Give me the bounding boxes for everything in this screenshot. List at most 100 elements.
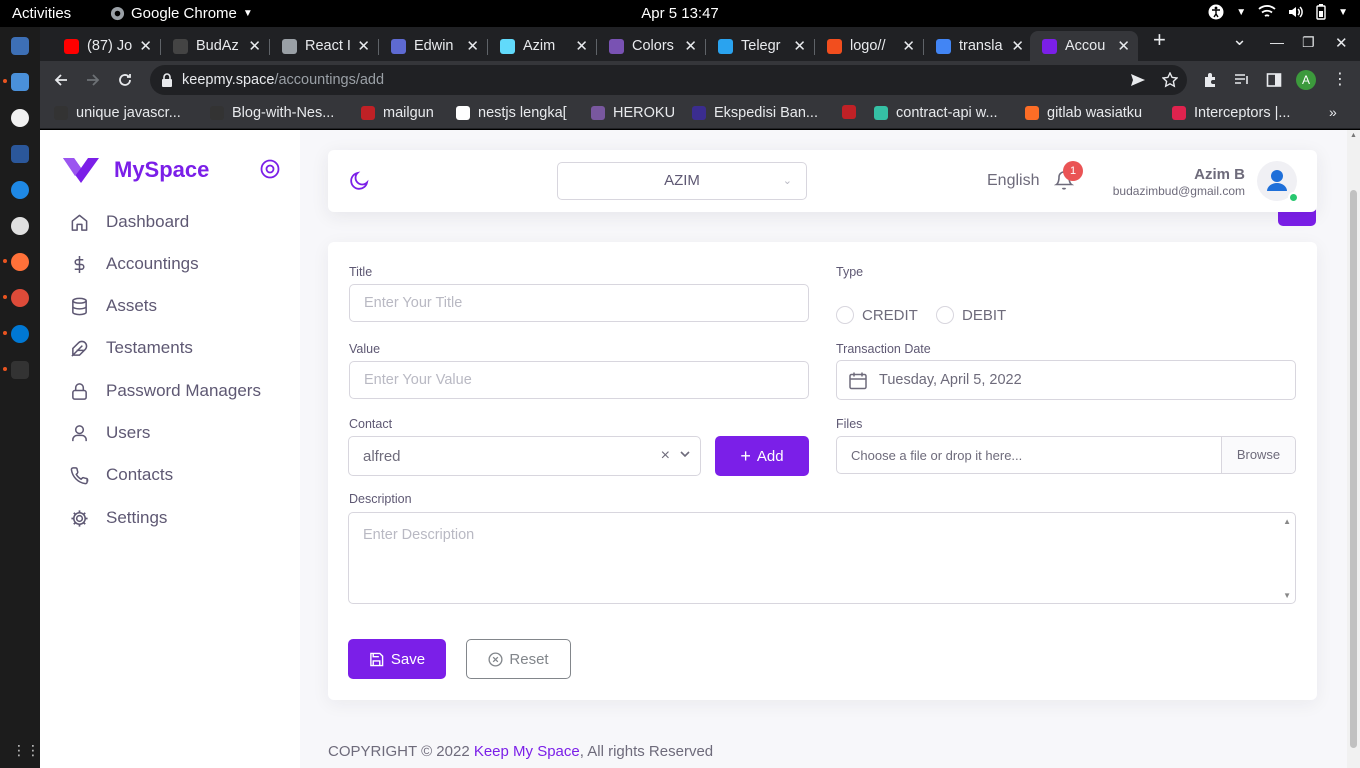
bookmark-item[interactable]: HEROKU <box>591 105 675 121</box>
forward-icon[interactable] <box>85 72 101 88</box>
bookmark-item[interactable]: contract-api w... <box>874 105 998 121</box>
chevron-right-icon[interactable]: » <box>1329 104 1337 120</box>
transaction-date-picker[interactable]: Tuesday, April 5, 2022 <box>836 360 1296 400</box>
save-button[interactable]: Save <box>348 639 446 679</box>
battery-icon[interactable] <box>1316 4 1326 20</box>
browser-tab[interactable]: React I ✕ <box>270 31 378 61</box>
reload-icon[interactable] <box>117 72 133 88</box>
new-tab-icon[interactable]: + <box>1153 27 1166 53</box>
page-scrollbar[interactable]: ▲ <box>1347 130 1360 768</box>
browser-tab[interactable]: Edwin ✕ <box>379 31 487 61</box>
bookmark-item[interactable]: mailgun <box>361 105 434 121</box>
system-tray[interactable]: ▼ ▼ <box>1208 4 1348 20</box>
scroll-up-icon[interactable]: ▲ <box>1350 132 1357 139</box>
close-icon[interactable]: ✕ <box>139 37 152 55</box>
lock-icon[interactable] <box>161 73 173 87</box>
firefox-icon[interactable] <box>11 253 29 271</box>
bookmark-item[interactable]: Interceptors |... <box>1172 105 1290 121</box>
chevron-down-icon[interactable]: ▼ <box>1236 7 1246 18</box>
close-icon[interactable]: ✕ <box>248 37 261 55</box>
finder-icon[interactable] <box>11 73 29 91</box>
sidebar-item-dashboard[interactable]: Dashboard <box>70 207 189 237</box>
value-input[interactable] <box>349 361 809 399</box>
browser-tab[interactable]: BudAz ✕ <box>161 31 269 61</box>
language-selector[interactable]: English <box>987 172 1039 190</box>
extensions-icon[interactable] <box>1202 72 1218 88</box>
minimize-icon[interactable]: — <box>1270 34 1284 50</box>
scroll-down-icon[interactable]: ▼ <box>1283 591 1291 600</box>
close-icon[interactable]: ✕ <box>466 37 479 55</box>
type-radio-credit[interactable]: CREDIT <box>836 306 918 324</box>
accessibility-icon[interactable] <box>1208 4 1224 20</box>
browser-tab[interactable]: Telegr ✕ <box>706 31 814 61</box>
file-input[interactable]: Choose a file or drop it here... Browse <box>836 436 1296 474</box>
bookmark-item[interactable]: nestjs lengka[ <box>456 105 567 121</box>
sidebar-item-settings[interactable]: Settings <box>70 503 167 533</box>
sidebar-item-password-managers[interactable]: Password Managers <box>70 376 261 406</box>
description-textarea[interactable]: Enter Description ▲ ▼ <box>348 512 1296 604</box>
reset-button[interactable]: Reset <box>466 639 571 679</box>
send-icon[interactable] <box>1130 73 1146 87</box>
obs-icon[interactable] <box>11 217 29 235</box>
app-store-icon[interactable] <box>11 181 29 199</box>
browser-tab[interactable]: Colors ✕ <box>597 31 705 61</box>
sidebar-item-accountings[interactable]: Accountings <box>70 249 199 279</box>
close-icon[interactable]: ✕ <box>684 37 697 55</box>
address-bar[interactable]: keepmy.space/accountings/add <box>150 65 1187 95</box>
user-name[interactable]: Azim B <box>1194 166 1245 183</box>
activities-button[interactable]: Activities <box>12 5 71 22</box>
close-icon[interactable]: ✕ <box>575 37 588 55</box>
sidebar-item-users[interactable]: Users <box>70 418 150 448</box>
chrome-icon[interactable] <box>11 289 29 307</box>
type-radio-debit[interactable]: DEBIT <box>936 306 1006 324</box>
clear-icon[interactable]: × <box>661 447 670 465</box>
organization-select[interactable]: AZIM ⌄ <box>557 162 807 200</box>
music-icon[interactable] <box>11 109 29 127</box>
back-icon[interactable] <box>53 72 69 88</box>
volume-icon[interactable] <box>1288 5 1304 19</box>
radio-circle[interactable] <box>836 306 854 324</box>
app-menu[interactable]: Google Chrome ▼ <box>110 5 253 22</box>
browser-tab[interactable]: Azim ✕ <box>488 31 596 61</box>
moon-icon[interactable] <box>349 171 369 191</box>
show-apps-icon[interactable]: ⋮⋮ <box>12 742 40 759</box>
browser-tab[interactable]: Accou ✕ <box>1030 31 1138 61</box>
side-panel-icon[interactable] <box>1266 72 1282 88</box>
brand-logo[interactable]: MySpace <box>62 156 209 184</box>
browse-button[interactable]: Browse <box>1221 437 1295 473</box>
kebab-menu-icon[interactable]: ⋮ <box>1332 69 1348 89</box>
sidebar-toggle-icon[interactable] <box>260 159 280 179</box>
scrollbar-thumb[interactable] <box>1350 190 1357 748</box>
browser-tab[interactable]: logo// ✕ <box>815 31 923 61</box>
title-input[interactable] <box>349 284 809 322</box>
bookmark-item[interactable]: gitlab wasiatku <box>1025 105 1142 121</box>
close-icon[interactable]: ✕ <box>357 37 370 55</box>
bookmark-item[interactable]: unique javascr... <box>54 105 181 121</box>
browser-tab[interactable]: transla ✕ <box>924 31 1032 61</box>
chevron-down-icon[interactable]: ▼ <box>1338 7 1348 18</box>
wifi-icon[interactable] <box>1258 5 1276 19</box>
bookmark-item[interactable]: Blog-with-Nes... <box>210 105 334 121</box>
close-icon[interactable]: ✕ <box>1117 37 1130 55</box>
chevron-down-icon[interactable] <box>679 448 691 460</box>
restore-icon[interactable]: ❐ <box>1302 34 1315 51</box>
radio-circle[interactable] <box>936 306 954 324</box>
close-icon[interactable]: ✕ <box>1011 37 1024 55</box>
tab-search-icon[interactable]: ⌄ <box>1232 29 1247 50</box>
browser-tab[interactable]: (87) Jo ✕ <box>52 31 160 61</box>
close-icon[interactable]: ✕ <box>793 37 806 55</box>
sidebar-item-testaments[interactable]: Testaments <box>70 333 193 363</box>
media-control-icon[interactable] <box>1234 72 1250 88</box>
close-icon[interactable]: ✕ <box>902 37 915 55</box>
add-contact-button[interactable]: + Add <box>715 436 809 476</box>
contact-select[interactable]: alfred × <box>348 436 701 476</box>
terminal-icon[interactable] <box>11 361 29 379</box>
footer-link[interactable]: Keep My Space <box>474 743 580 760</box>
word-icon[interactable] <box>11 145 29 163</box>
sidebar-item-assets[interactable]: Assets <box>70 291 157 321</box>
bookmark-item[interactable] <box>842 105 856 119</box>
avatar[interactable] <box>1257 161 1299 203</box>
close-window-icon[interactable]: ✕ <box>1335 34 1348 52</box>
vscode-icon[interactable] <box>11 325 29 343</box>
sidebar-item-contacts[interactable]: Contacts <box>70 460 173 490</box>
